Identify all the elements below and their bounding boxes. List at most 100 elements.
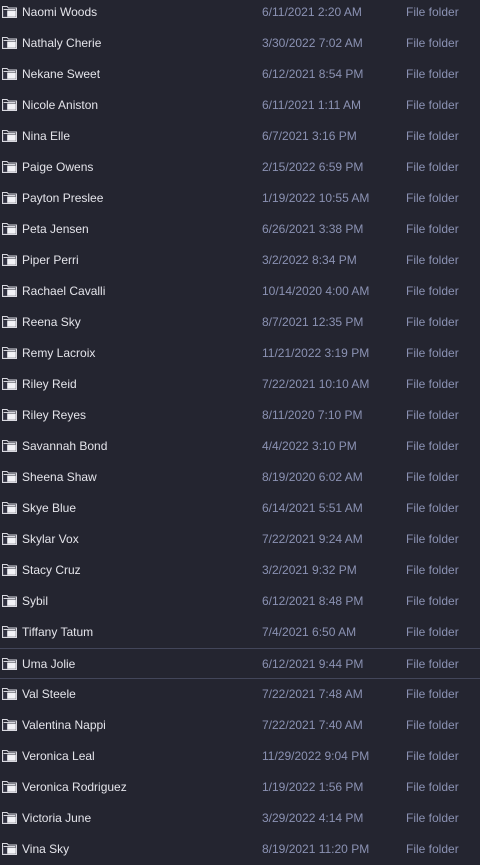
folder-icon — [2, 842, 17, 855]
folder-name: Payton Preslee — [22, 191, 104, 205]
file-row[interactable]: Reena Sky 8/7/2021 12:35 PM File folder — [0, 307, 480, 338]
file-row[interactable]: Nicole Aniston 6/11/2021 1:11 AM File fo… — [0, 90, 480, 121]
item-type: File folder — [406, 625, 459, 639]
folder-name: Nekane Sweet — [22, 67, 101, 81]
file-row[interactable]: Remy Lacroix 11/21/2022 3:19 PM File fol… — [0, 338, 480, 369]
item-type: File folder — [406, 563, 459, 577]
folder-icon — [2, 98, 17, 111]
date-modified: 8/7/2021 12:35 PM — [262, 315, 364, 329]
date-modified: 3/2/2022 8:34 PM — [262, 253, 357, 267]
date-modified: 3/2/2021 9:32 PM — [262, 563, 357, 577]
file-row[interactable]: Rachael Cavalli 10/14/2020 4:00 AM File … — [0, 276, 480, 307]
file-row[interactable]: Nathaly Cherie 3/30/2022 7:02 AM File fo… — [0, 28, 480, 59]
item-type: File folder — [406, 811, 459, 825]
date-modified: 10/14/2020 4:00 AM — [262, 284, 370, 298]
date-modified: 6/14/2021 5:51 AM — [262, 501, 363, 515]
item-type: File folder — [406, 129, 459, 143]
folder-name: Peta Jensen — [22, 222, 89, 236]
folder-icon — [2, 160, 17, 173]
file-row[interactable]: Sybil 6/12/2021 8:48 PM File folder — [0, 586, 480, 617]
folder-icon — [2, 439, 17, 452]
folder-name: Veronica Rodriguez — [22, 780, 127, 794]
folder-icon — [2, 222, 17, 235]
folder-name: Naomi Woods — [22, 5, 98, 19]
file-row[interactable]: Riley Reid 7/22/2021 10:10 AM File folde… — [0, 369, 480, 400]
item-type: File folder — [406, 191, 459, 205]
folder-name: Riley Reid — [22, 377, 77, 391]
date-modified: 3/30/2022 7:02 AM — [262, 36, 363, 50]
folder-icon — [2, 346, 17, 359]
item-type: File folder — [406, 594, 459, 608]
folder-icon — [2, 129, 17, 142]
folder-name: Reena Sky — [22, 315, 81, 329]
file-row[interactable]: Val Steele 7/22/2021 7:48 AM File folder — [0, 679, 480, 710]
file-row[interactable]: Savannah Bond 4/4/2022 3:10 PM File fold… — [0, 431, 480, 462]
date-modified: 7/22/2021 7:40 AM — [262, 718, 363, 732]
date-modified: 6/12/2021 8:54 PM — [262, 67, 364, 81]
date-modified: 7/22/2021 9:24 AM — [262, 532, 363, 546]
folder-icon — [2, 811, 17, 824]
item-type: File folder — [406, 377, 459, 391]
folder-name: Veronica Leal — [22, 749, 95, 763]
folder-name: Tiffany Tatum — [22, 625, 94, 639]
file-row[interactable]: Valentina Nappi 7/22/2021 7:40 AM File f… — [0, 710, 480, 741]
item-type: File folder — [406, 470, 459, 484]
file-row[interactable]: Uma Jolie 6/12/2021 9:44 PM File folder — [0, 648, 480, 679]
date-modified: 6/26/2021 3:38 PM — [262, 222, 364, 236]
folder-name: Remy Lacroix — [22, 346, 96, 360]
file-row[interactable]: Sheena Shaw 8/19/2020 6:02 AM File folde… — [0, 462, 480, 493]
folder-icon — [2, 377, 17, 390]
file-row[interactable]: Skye Blue 6/14/2021 5:51 AM File folder — [0, 493, 480, 524]
item-type: File folder — [406, 780, 459, 794]
folder-icon — [2, 470, 17, 483]
folder-name: Piper Perri — [22, 253, 79, 267]
date-modified: 11/29/2022 9:04 PM — [262, 749, 370, 763]
file-row[interactable]: Vina Sky 8/19/2021 11:20 PM File folder — [0, 834, 480, 865]
item-type: File folder — [406, 315, 459, 329]
date-modified: 6/7/2021 3:16 PM — [262, 129, 357, 143]
folder-name: Rachael Cavalli — [22, 284, 106, 298]
folder-icon — [2, 5, 17, 18]
file-row[interactable]: Veronica Leal 11/29/2022 9:04 PM File fo… — [0, 741, 480, 772]
file-row[interactable]: Stacy Cruz 3/2/2021 9:32 PM File folder — [0, 555, 480, 586]
file-row[interactable]: Nina Elle 6/7/2021 3:16 PM File folder — [0, 121, 480, 152]
date-modified: 6/12/2021 9:44 PM — [262, 657, 364, 671]
folder-name: Paige Owens — [22, 160, 94, 174]
folder-icon — [2, 625, 17, 638]
file-row[interactable]: Victoria June 3/29/2022 4:14 PM File fol… — [0, 803, 480, 834]
item-type: File folder — [406, 657, 459, 671]
item-type: File folder — [406, 501, 459, 515]
file-row[interactable]: Naomi Woods 6/11/2021 2:20 AM File folde… — [0, 0, 480, 28]
date-modified: 7/22/2021 7:48 AM — [262, 687, 363, 701]
file-row[interactable]: Paige Owens 2/15/2022 6:59 PM File folde… — [0, 152, 480, 183]
item-type: File folder — [406, 98, 459, 112]
item-type: File folder — [406, 842, 459, 856]
folder-name: Stacy Cruz — [22, 563, 81, 577]
item-type: File folder — [406, 222, 459, 236]
item-type: File folder — [406, 687, 459, 701]
folder-name: Savannah Bond — [22, 439, 108, 453]
file-row[interactable]: Peta Jensen 6/26/2021 3:38 PM File folde… — [0, 214, 480, 245]
folder-name: Vina Sky — [22, 842, 70, 856]
item-type: File folder — [406, 532, 459, 546]
folder-icon — [2, 315, 17, 328]
folder-name: Victoria June — [22, 811, 92, 825]
item-type: File folder — [406, 749, 459, 763]
folder-name: Riley Reyes — [22, 408, 87, 422]
date-modified: 4/4/2022 3:10 PM — [262, 439, 357, 453]
item-type: File folder — [406, 718, 459, 732]
folder-name: Nathaly Cherie — [22, 36, 102, 50]
folder-icon — [2, 780, 17, 793]
file-row[interactable]: Tiffany Tatum 7/4/2021 6:50 AM File fold… — [0, 617, 480, 648]
file-row[interactable]: Payton Preslee 1/19/2022 10:55 AM File f… — [0, 183, 480, 214]
file-row[interactable]: Veronica Rodriguez 1/19/2022 1:56 PM Fil… — [0, 772, 480, 803]
file-row[interactable]: Piper Perri 3/2/2022 8:34 PM File folder — [0, 245, 480, 276]
folder-icon — [2, 284, 17, 297]
date-modified: 7/4/2021 6:50 AM — [262, 625, 357, 639]
folder-name: Nina Elle — [22, 129, 71, 143]
file-row[interactable]: Skylar Vox 7/22/2021 9:24 AM File folder — [0, 524, 480, 555]
file-row[interactable]: Nekane Sweet 6/12/2021 8:54 PM File fold… — [0, 59, 480, 90]
file-row[interactable]: Riley Reyes 8/11/2020 7:10 PM File folde… — [0, 400, 480, 431]
item-type: File folder — [406, 284, 459, 298]
item-type: File folder — [406, 36, 459, 50]
